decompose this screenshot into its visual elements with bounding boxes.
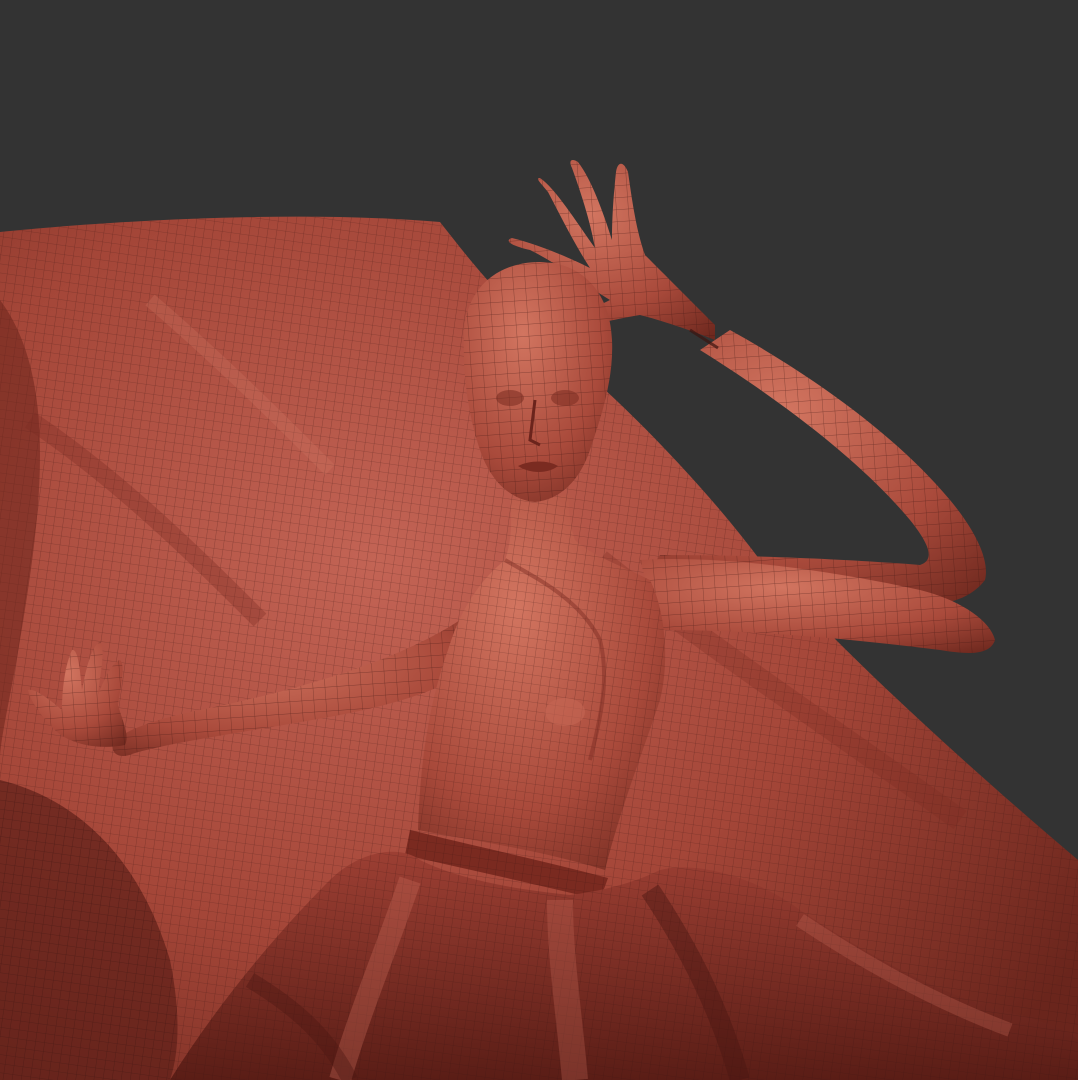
wireframe-render (0, 160, 1078, 1080)
3d-viewport[interactable] (0, 0, 1078, 1080)
